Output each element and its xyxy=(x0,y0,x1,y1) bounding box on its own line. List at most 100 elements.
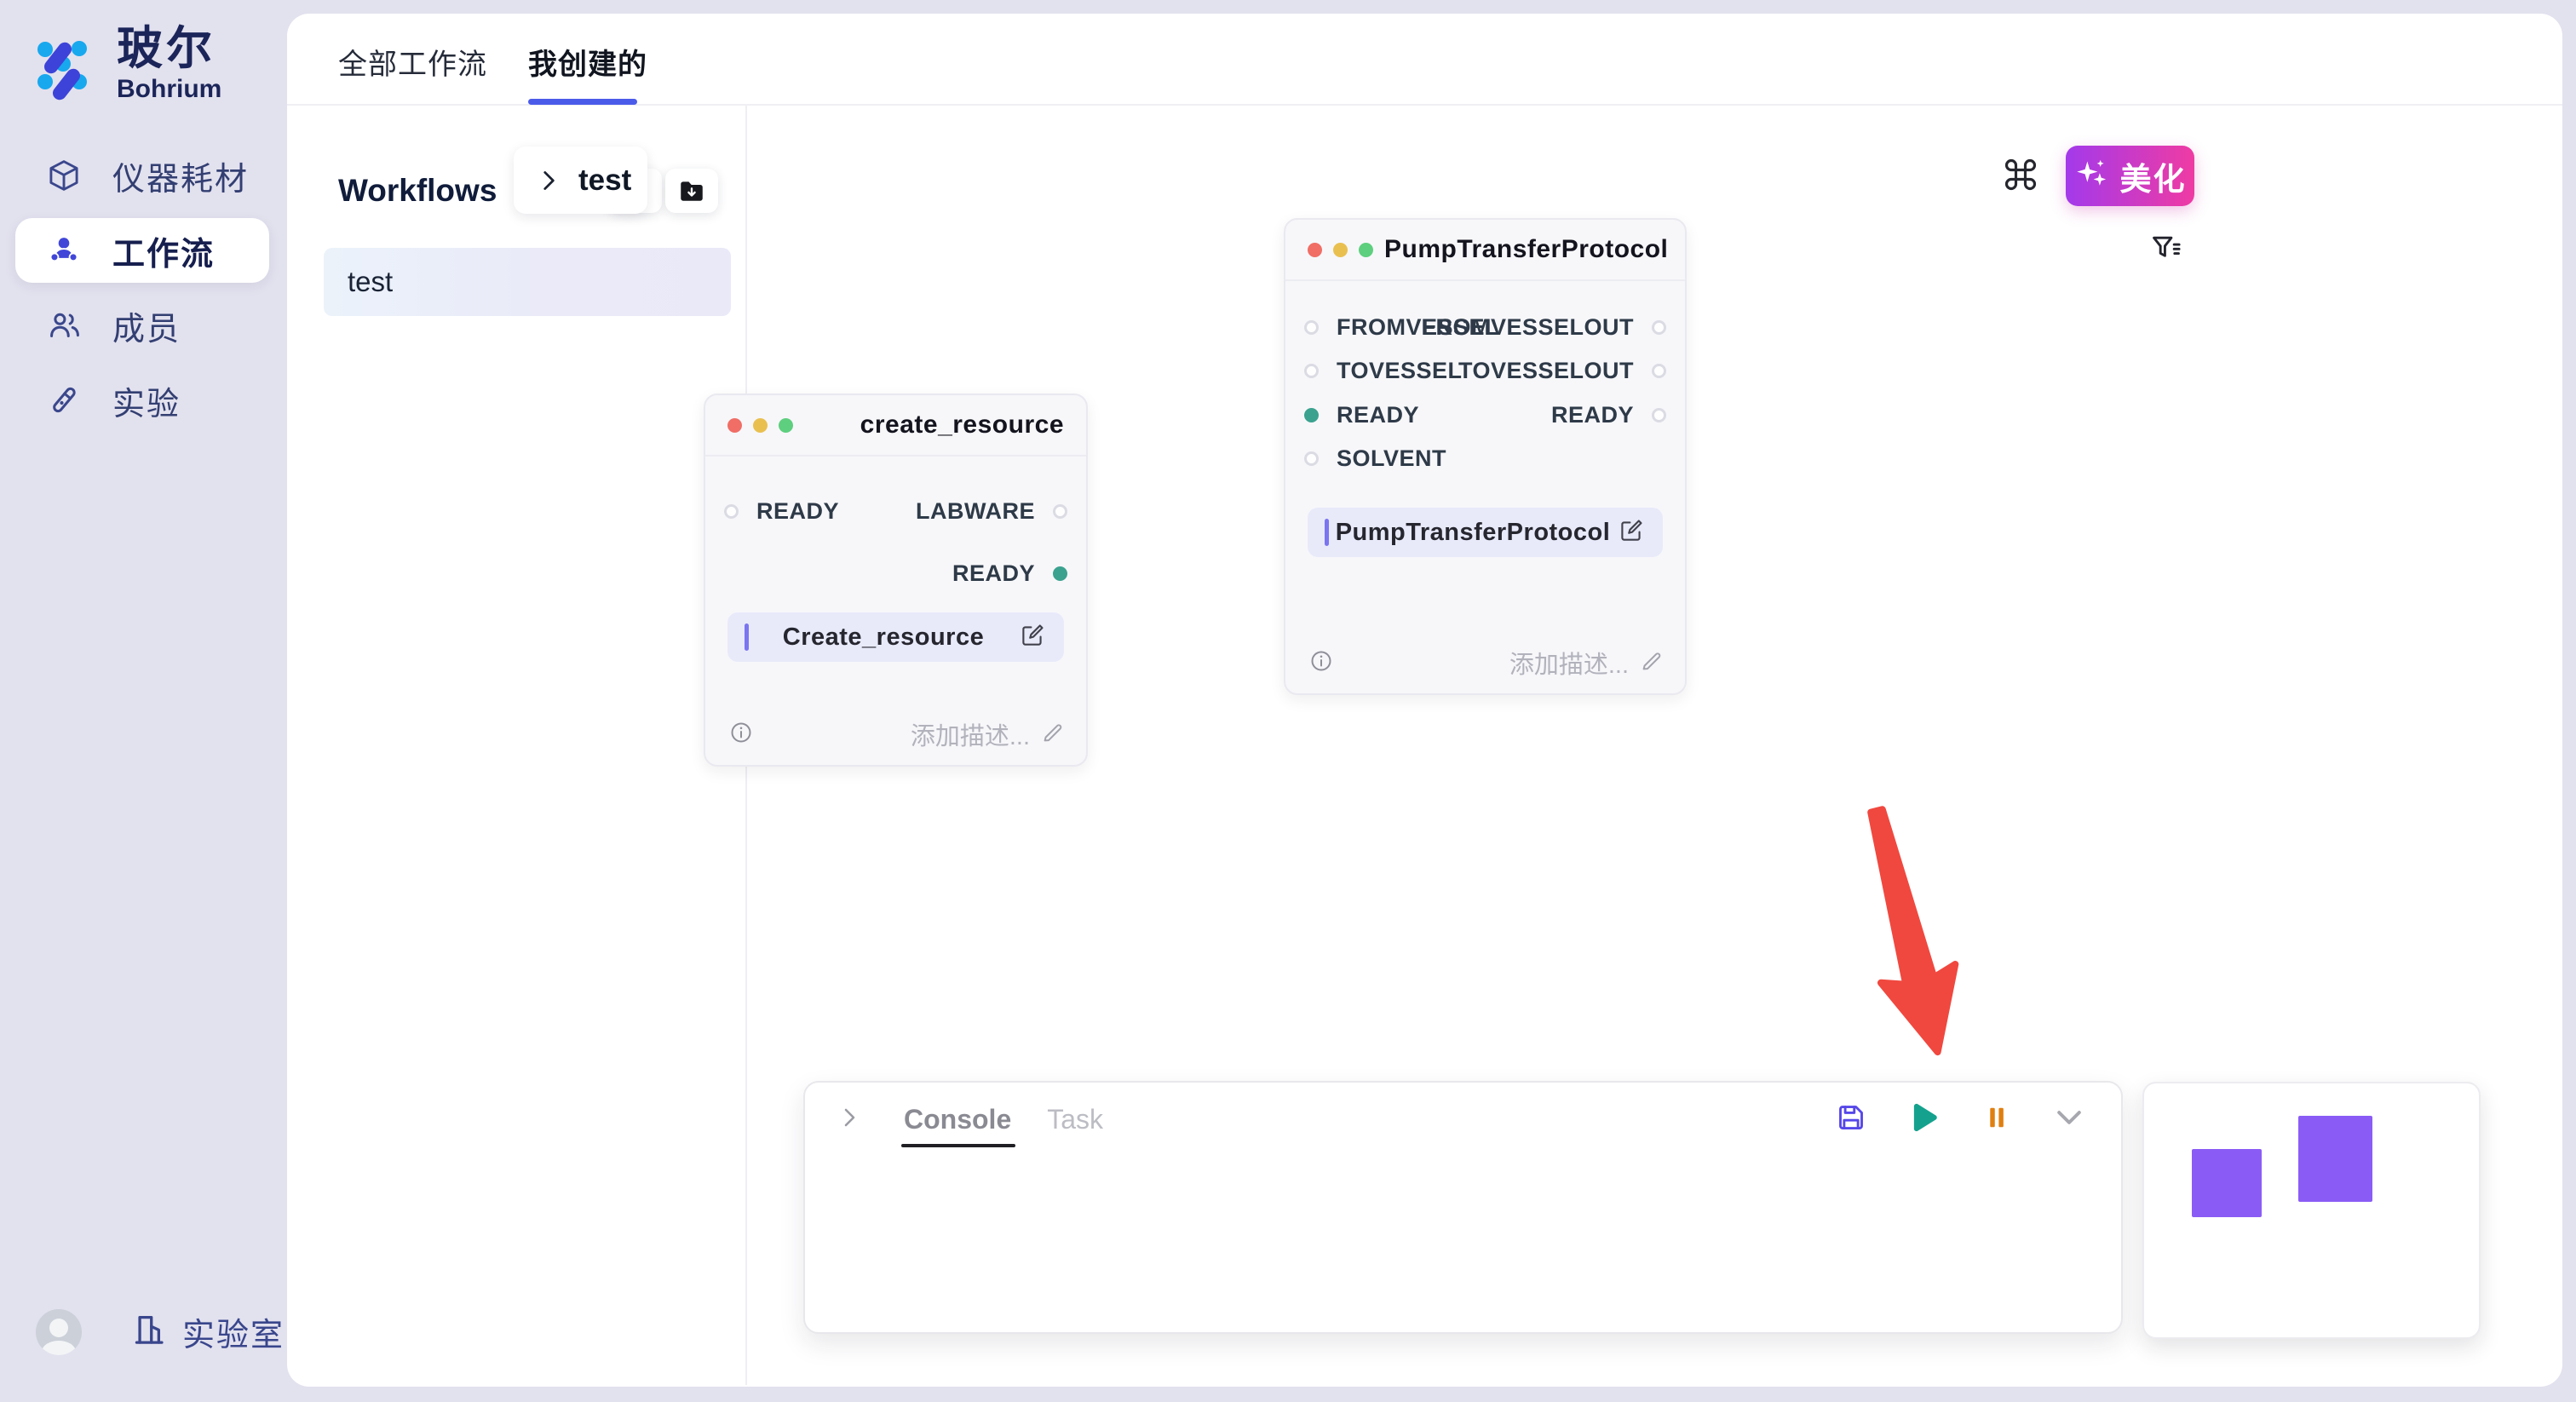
sidebar-item-label: 工作流 xyxy=(112,227,215,274)
sidebar-item-members[interactable]: 成员 xyxy=(15,293,269,358)
port-row: TOVESSEL xyxy=(1304,356,1463,385)
console-tab-underline xyxy=(901,1144,1015,1147)
traffic-light-green-icon xyxy=(779,418,793,433)
node-title: PumpTransferProtocol xyxy=(1384,235,1668,264)
node-header[interactable]: create_resource xyxy=(705,395,1086,457)
input-port-solvent[interactable] xyxy=(1304,451,1319,466)
node-function-chip[interactable]: Create_resource xyxy=(727,612,1064,662)
breadcrumb-label: test xyxy=(578,164,631,198)
port-label: READY xyxy=(756,498,839,525)
tab-my-created[interactable]: 我创建的 xyxy=(528,41,647,83)
console-header: Console Task xyxy=(836,1100,2087,1139)
chip-label: PumpTransferProtocol xyxy=(1329,519,1617,547)
workflow-icon xyxy=(46,233,82,268)
console-tab[interactable]: Console xyxy=(904,1104,1011,1135)
add-description-field[interactable]: 添加描述... xyxy=(911,716,1066,752)
port-label: SOLVENT xyxy=(1337,445,1446,472)
port-label: READY xyxy=(952,560,1035,587)
port-label: LABWARE xyxy=(916,498,1035,525)
node-header[interactable]: PumpTransferProtocol xyxy=(1285,220,1685,281)
chevron-right-icon xyxy=(534,166,563,195)
lab-label: 实验室 xyxy=(182,1308,285,1355)
info-icon[interactable] xyxy=(727,719,755,750)
experiment-icon xyxy=(46,382,82,418)
import-folder-button[interactable] xyxy=(665,169,718,213)
port-row: READY xyxy=(724,497,839,526)
beautify-button[interactable]: 美化 xyxy=(2066,146,2194,206)
node-footer: 添加描述... xyxy=(1308,647,1665,678)
sidebar-item-label: 实验 xyxy=(112,377,181,424)
sidebar-item-instruments[interactable]: 仪器耗材 xyxy=(15,143,269,208)
port-row: TOVESSELOUT xyxy=(1458,356,1666,385)
run-icon[interactable] xyxy=(1906,1100,1942,1140)
node-function-chip[interactable]: PumpTransferProtocol xyxy=(1308,508,1663,557)
traffic-light-red-icon xyxy=(727,418,742,433)
output-port-ready[interactable] xyxy=(1652,408,1666,422)
page-root: 玻尔 Bohrium 仪器耗材 xyxy=(0,0,2576,1402)
port-label: FROMVESSELOUT xyxy=(1421,314,1634,341)
port-row: READY xyxy=(1304,400,1419,429)
console-panel: Console Task xyxy=(803,1081,2123,1334)
sidebar-item-experiments[interactable]: 实验 xyxy=(15,368,269,433)
command-palette-button[interactable] xyxy=(2002,156,2039,193)
output-port-tovesselout[interactable] xyxy=(1652,364,1666,378)
port-label: TOVESSEL xyxy=(1337,358,1463,384)
info-icon[interactable] xyxy=(1308,647,1335,679)
sidebar: 玻尔 Bohrium 仪器耗材 xyxy=(0,0,287,1402)
input-port-ready[interactable] xyxy=(724,504,739,519)
canvas-breadcrumb[interactable]: test xyxy=(514,147,647,214)
add-description-field[interactable]: 添加描述... xyxy=(1509,645,1665,681)
node-pump-transfer-protocol[interactable]: PumpTransferProtocol FROMVESSEL TOVESSEL… xyxy=(1284,218,1687,695)
port-row: FROMVESSELOUT xyxy=(1421,313,1666,342)
node-title: create_resource xyxy=(860,411,1064,440)
minimap-node xyxy=(2298,1116,2372,1202)
port-label: TOVESSELOUT xyxy=(1458,358,1634,384)
traffic-light-yellow-icon xyxy=(1333,243,1348,257)
sidebar-item-label: 成员 xyxy=(112,302,181,349)
minimap[interactable] xyxy=(2142,1082,2481,1339)
console-actions xyxy=(1834,1100,2087,1140)
port-row: LABWARE xyxy=(916,497,1067,526)
task-tab[interactable]: Task xyxy=(1047,1104,1103,1135)
input-port-tovessel[interactable] xyxy=(1304,364,1319,378)
input-port-ready[interactable] xyxy=(1304,408,1319,422)
edit-icon[interactable] xyxy=(1018,621,1047,654)
workflows-panel: Workflows test xyxy=(287,104,745,1387)
building-icon xyxy=(131,1310,170,1353)
task-tab-label: Task xyxy=(1047,1104,1103,1135)
brand-logo[interactable]: 玻尔 Bohrium xyxy=(23,24,221,106)
user-avatar[interactable] xyxy=(36,1309,82,1355)
minimap-node xyxy=(2192,1149,2262,1217)
port-row: READY xyxy=(952,559,1067,588)
pause-icon[interactable] xyxy=(1981,1101,2013,1138)
sidebar-item-workflows[interactable]: 工作流 xyxy=(15,218,269,283)
port-row: SOLVENT xyxy=(1304,444,1446,473)
node-create-resource[interactable]: create_resource READY LABWARE READY Crea… xyxy=(704,394,1088,767)
bohrium-logo-icon xyxy=(23,24,101,106)
workflows-panel-title: Workflows xyxy=(338,173,497,209)
output-port-labware[interactable] xyxy=(1053,504,1067,519)
output-port-ready[interactable] xyxy=(1053,566,1067,581)
port-label: READY xyxy=(1551,402,1634,428)
brand-name-cn: 玻尔 xyxy=(117,24,221,73)
description-placeholder: 添加描述... xyxy=(911,716,1030,752)
beautify-label: 美化 xyxy=(2120,153,2187,199)
chip-label: Create_resource xyxy=(749,623,1018,652)
traffic-light-red-icon xyxy=(1308,243,1322,257)
expand-chevron-icon[interactable] xyxy=(836,1104,863,1135)
collapse-chevron-down-icon[interactable] xyxy=(2051,1100,2087,1140)
edit-icon[interactable] xyxy=(1617,516,1646,549)
lab-switcher[interactable]: 实验室 xyxy=(131,1308,285,1355)
workflow-list-item-test[interactable]: test xyxy=(324,248,731,316)
box-icon xyxy=(46,158,82,193)
output-port-fromvesselout[interactable] xyxy=(1652,320,1666,335)
workflow-item-label: test xyxy=(348,266,393,298)
console-tab-label: Console xyxy=(904,1104,1011,1135)
pencil-icon xyxy=(1639,648,1665,678)
filter-icon[interactable] xyxy=(2148,232,2184,267)
tab-all-workflows[interactable]: 全部工作流 xyxy=(338,41,487,83)
save-icon[interactable] xyxy=(1834,1100,1868,1139)
input-port-fromvessel[interactable] xyxy=(1304,320,1319,335)
port-row: READY xyxy=(1551,400,1666,429)
port-label: READY xyxy=(1337,402,1419,428)
